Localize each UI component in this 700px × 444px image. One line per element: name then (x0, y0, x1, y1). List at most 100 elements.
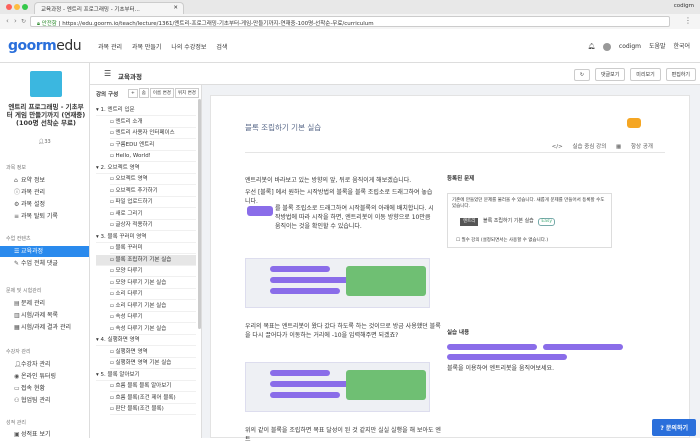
curriculum-item[interactable]: ▫ 속성 다루기 (110, 312, 196, 323)
main-menu: 과목 관리 과목 만들기 나의 수강정보 검색 (98, 42, 235, 51)
curriculum-item[interactable]: ▫ 소리 다루기 기본 실습 (110, 301, 196, 312)
curriculum-item[interactable]: ▫ 파일 업로드하기 (110, 197, 196, 208)
help-link[interactable]: 도움말 (649, 43, 666, 50)
back-icon[interactable]: ‹ (6, 17, 9, 25)
sidebar-item-summary[interactable]: ⌂ 요약 정보 (8, 175, 89, 186)
tab-close-icon[interactable]: ✕ (173, 5, 178, 11)
curriculum-panel: 강의 구성 + 숨 이름 변경 위치 변경 ▾ 1. 엔트리 입문 ▫ 엔트리 소개 ▫ … (90, 85, 202, 438)
reload-icon[interactable]: ↻ (21, 18, 26, 25)
doc-icon: ▤ (14, 300, 20, 307)
sidebar-item-all-comments[interactable]: ✎ 수업 전체 댓글 (8, 258, 89, 269)
curriculum-item[interactable]: ▫ 글상자 적용하기 (110, 220, 196, 231)
problem-row[interactable]: 엔트리 블록 조립하기 기본 실습 Easy (460, 218, 555, 226)
move-button[interactable]: 위치 변경 (174, 88, 199, 98)
curriculum-item[interactable]: ▫ 속성 다루기 기본 실습 (110, 324, 196, 335)
forward-icon[interactable]: › (14, 17, 17, 25)
add-button[interactable]: + (128, 89, 138, 98)
curriculum-item[interactable]: ▫ 블록 꾸러미 (110, 243, 196, 254)
curriculum-item[interactable]: ▾ 2. 오브젝트 영역 (96, 163, 196, 174)
curriculum-item[interactable]: ▫ 오브젝트 영역 (110, 174, 196, 185)
contact-label: 문의하기 (665, 425, 688, 432)
sidebar-item-exam-list[interactable]: ▥시험/과제 목록 (8, 310, 89, 321)
refresh-button[interactable]: ↻ (573, 69, 591, 81)
bell-icon[interactable]: 🔔︎ (587, 43, 595, 50)
curriculum-item-label: 3. 블록 꾸러미 영역 (100, 233, 147, 240)
curriculum-item[interactable]: ▫ 엔트리 소개 (110, 117, 196, 128)
lesson-visibility: 항상 공개 (631, 144, 653, 150)
lesson-meta: </> 실습 중심 강의 ▦ 항상 공개 (544, 142, 653, 150)
curriculum-scrollbar[interactable] (198, 99, 201, 329)
curriculum-item[interactable]: ▫ 새로 그리기 (110, 209, 196, 220)
goorm-edu-logo[interactable]: goormedu (8, 38, 82, 54)
hide-button[interactable]: 숨 (138, 88, 149, 98)
curriculum-item[interactable]: ▫ 엔트리 사용자 인터페이스 (110, 128, 196, 139)
sidebar-item-problems[interactable]: ▤문제 관리 (8, 298, 89, 309)
menu-icon: ☰ (14, 248, 20, 255)
curriculum-item[interactable]: ▾ 3. 블록 꾸러미 영역 (96, 232, 196, 243)
curriculum-item[interactable]: ▫ 소리 다루기 (110, 289, 196, 300)
curriculum-item[interactable]: ▫ Hello, World! (110, 151, 196, 162)
rename-button[interactable]: 이름 변경 (149, 88, 174, 98)
curriculum-item[interactable]: ▫ 구름EDU 엔트리 (110, 140, 196, 151)
question-icon: ? (660, 425, 664, 432)
curriculum-item-label: 소리 다루기 (115, 291, 143, 297)
sidebar-item-tutoring[interactable]: ◉ 온라인 튜터링 (8, 371, 89, 382)
browser-tab[interactable]: 교육과정 - 엔트리 프로그래밍 - 기초부터... ✕ (34, 2, 184, 14)
curriculum-item[interactable]: ▫ 오브젝트 추가하기 (110, 186, 196, 197)
maximize-window-icon[interactable] (22, 4, 28, 10)
browser-menu-icon[interactable]: ⋮ (684, 16, 692, 25)
gear-icon: ⚙ (14, 201, 20, 208)
curriculum-item[interactable]: ▫ 실행화면 영역 기본 실습 (110, 358, 196, 369)
sidebar-item-teams[interactable]: ⚇ 협업팀 관리 (8, 395, 89, 406)
user-menu: 🔔︎ codigm 도움말 한국어 (581, 41, 690, 51)
curriculum-item[interactable]: ▫ 판단 블록(조건 블록) (110, 404, 196, 415)
menu-item-course-create[interactable]: 과목 만들기 (132, 44, 162, 51)
curriculum-item[interactable]: ▫ 실행화면 영역 (110, 347, 196, 358)
menu-item-course-manage[interactable]: 과목 관리 (98, 44, 122, 51)
curriculum-item[interactable]: ▫ 모양 다루기 (110, 266, 196, 277)
curriculum-item[interactable]: ▾ 5. 블록 알아보기 (96, 370, 196, 381)
sidebar-item-settings[interactable]: ⚙ 과목 설정 (8, 199, 89, 210)
curriculum-item[interactable]: ▾ 4. 실행화면 영역 (96, 335, 196, 346)
curriculum-item[interactable]: ▫ 모양 다루기 기본 실습 (110, 278, 196, 289)
curriculum-item-label: 구름EDU 엔트리 (115, 141, 155, 148)
browser-profile[interactable]: codigm (674, 3, 694, 9)
sidebar-item-curriculum[interactable]: ☰ 교육과정 (0, 246, 89, 257)
contact-button[interactable]: ? 문의하기 (652, 419, 696, 436)
curriculum-item[interactable]: ▫ 흐름 블록(조건 제어 블록) (110, 393, 196, 404)
calendar-icon: ▦ (616, 144, 622, 150)
edit-button[interactable]: 편집하기 (665, 68, 696, 81)
sidebar-item-course-manage[interactable]: ⓘ과목 관리 (8, 187, 89, 198)
curriculum-item[interactable]: ▫ 블록 조립하기 기본 실습 (96, 254, 196, 266)
section-contents: 수업 컨텐츠 (6, 236, 31, 242)
user-icon: 👤︎ (14, 361, 22, 368)
close-window-icon[interactable] (6, 4, 12, 10)
curriculum-item[interactable]: ▾ 1. 엔트리 입문 (96, 105, 196, 116)
curriculum-item-label: 오브젝트 추가하기 (115, 187, 158, 194)
required-checkbox[interactable]: ☐ 필수 강의 (설정되면서는 사용할 수 없습니다.) (456, 238, 548, 244)
url-field[interactable]: 🔒︎ 안전함 | https://edu.goorm.io/teach/lect… (30, 16, 670, 27)
user-name[interactable]: codigm (619, 43, 641, 50)
code-block-figure-2 (245, 362, 430, 412)
view-comments-button[interactable]: 댓글보기 (594, 68, 626, 81)
curriculum-item-label: 블록 꾸러미 (115, 245, 143, 251)
sidebar-item-grades[interactable]: ▣성적표 보기 (8, 429, 89, 438)
move-block-image (247, 206, 273, 216)
url-text: https://edu.goorm.io/teach/lecture/1361/… (62, 21, 374, 27)
language-select[interactable]: 한국어 (673, 43, 690, 50)
sidebar-item-access[interactable]: ▭접속 현황 (8, 383, 89, 394)
avatar[interactable] (603, 42, 611, 51)
menu-item-my-courses[interactable]: 나의 수강정보 (171, 44, 206, 51)
preview-button[interactable]: 미리보기 (630, 68, 661, 81)
hamburger-icon[interactable]: ☰ (104, 69, 111, 78)
curriculum-item-label: 2. 오브젝트 영역 (100, 164, 140, 171)
menu-item-search[interactable]: 검색 (216, 44, 227, 51)
curriculum-item-label: 모양 다루기 (115, 268, 143, 274)
sidebar-item-leave-log[interactable]: ≡ 과목 탈퇴 기록 (8, 211, 89, 222)
info-icon: ⓘ (14, 189, 21, 196)
minimize-window-icon[interactable] (14, 4, 20, 10)
curriculum-item[interactable]: ▫ 흐름 블록 블록 알아보기 (110, 381, 196, 392)
sidebar-item-exam-results[interactable]: ▦시험/과제 결과 관리 (8, 322, 89, 333)
curriculum-item-label: 엔트리 소개 (115, 118, 143, 125)
sidebar-item-students[interactable]: 👤︎수강자 관리 (8, 359, 89, 370)
